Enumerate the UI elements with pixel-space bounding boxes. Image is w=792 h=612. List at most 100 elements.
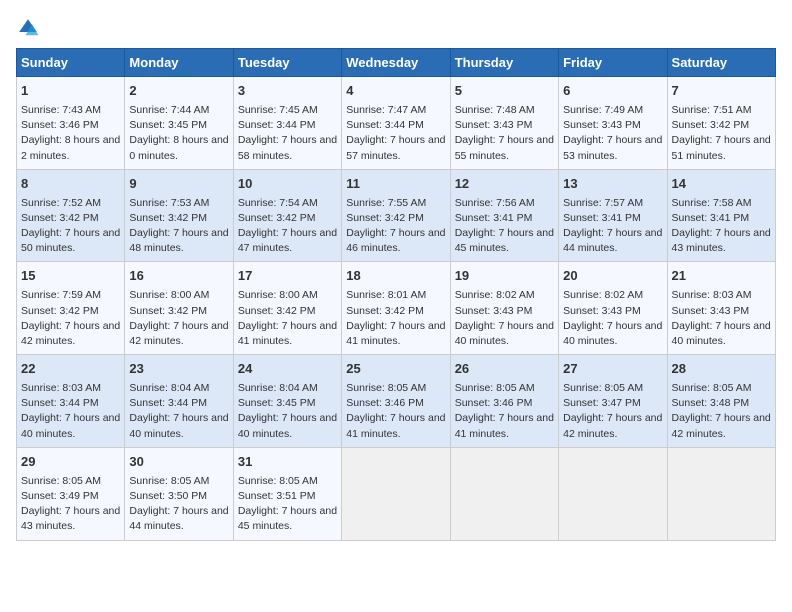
daylight: Daylight: 7 hours and 40 minutes. (21, 412, 120, 439)
day-number: 30 (129, 453, 228, 472)
calendar-cell: 9Sunrise: 7:53 AMSunset: 3:42 PMDaylight… (125, 169, 233, 262)
daylight: Daylight: 7 hours and 40 minutes. (563, 320, 662, 347)
daylight: Daylight: 7 hours and 40 minutes. (455, 320, 554, 347)
sunrise: Sunrise: 8:05 AM (563, 382, 643, 394)
daylight: Daylight: 7 hours and 45 minutes. (455, 227, 554, 254)
calendar-cell: 11Sunrise: 7:55 AMSunset: 3:42 PMDayligh… (342, 169, 450, 262)
calendar-cell (342, 447, 450, 540)
sunset: Sunset: 3:41 PM (563, 212, 641, 224)
sunrise: Sunrise: 7:57 AM (563, 197, 643, 209)
daylight: Daylight: 7 hours and 47 minutes. (238, 227, 337, 254)
header-row: SundayMondayTuesdayWednesdayThursdayFrid… (17, 49, 776, 77)
day-number: 9 (129, 175, 228, 194)
daylight: Daylight: 7 hours and 53 minutes. (563, 134, 662, 161)
sunrise: Sunrise: 7:49 AM (563, 104, 643, 116)
sunset: Sunset: 3:45 PM (238, 397, 316, 409)
daylight: Daylight: 7 hours and 41 minutes. (346, 412, 445, 439)
sunset: Sunset: 3:44 PM (346, 119, 424, 131)
daylight: Daylight: 7 hours and 58 minutes. (238, 134, 337, 161)
calendar-cell: 14Sunrise: 7:58 AMSunset: 3:41 PMDayligh… (667, 169, 775, 262)
calendar-cell: 6Sunrise: 7:49 AMSunset: 3:43 PMDaylight… (559, 77, 667, 170)
sunset: Sunset: 3:44 PM (238, 119, 316, 131)
day-number: 16 (129, 267, 228, 286)
sunrise: Sunrise: 8:05 AM (129, 475, 209, 487)
sunset: Sunset: 3:42 PM (238, 212, 316, 224)
calendar-cell: 26Sunrise: 8:05 AMSunset: 3:46 PMDayligh… (450, 355, 558, 448)
calendar-cell: 21 Sunrise: 8:03 AM Sunset: 3:43 PM Dayligh… (667, 262, 775, 355)
sunrise: Sunrise: 7:59 AM (21, 289, 101, 301)
col-header-monday: Monday (125, 49, 233, 77)
sunrise: Sunrise: 8:03 AM (672, 289, 752, 301)
sunrise: Sunrise: 7:54 AM (238, 197, 318, 209)
daylight: Daylight: 7 hours and 41 minutes. (346, 320, 445, 347)
day-number: 28 (672, 360, 771, 379)
calendar-cell: 30Sunrise: 8:05 AMSunset: 3:50 PMDayligh… (125, 447, 233, 540)
sunset: Sunset: 3:43 PM (455, 119, 533, 131)
calendar-cell: 20Sunrise: 8:02 AMSunset: 3:43 PMDayligh… (559, 262, 667, 355)
sunset: Sunset: 3:42 PM (672, 119, 750, 131)
sunrise: Sunrise: 7:43 AM (21, 104, 101, 116)
sunset: Sunset: 3:48 PM (672, 397, 750, 409)
sunrise: Sunrise: 8:05 AM (672, 382, 752, 394)
daylight: Daylight: 7 hours and 44 minutes. (129, 505, 228, 532)
calendar-cell: 13 Sunrise: 7:57 AM Sunset: 3:41 PM Dayligh… (559, 169, 667, 262)
daylight: Daylight: 7 hours and 42 minutes. (129, 320, 228, 347)
day-number: 21 (672, 267, 771, 286)
day-number: 14 (672, 175, 771, 194)
day-number: 10 (238, 175, 337, 194)
day-number: 13 (563, 175, 662, 194)
daylight: Daylight: 7 hours and 40 minutes. (672, 320, 771, 347)
sunrise: Sunrise: 7:51 AM (672, 104, 752, 116)
day-number: 1 (21, 82, 120, 101)
day-number: 7 (672, 82, 771, 101)
daylight: Daylight: 7 hours and 43 minutes. (21, 505, 120, 532)
sunset: Sunset: 3:42 PM (346, 305, 424, 317)
day-number: 22 (21, 360, 120, 379)
daylight: Daylight: 7 hours and 42 minutes. (672, 412, 771, 439)
daylight: Daylight: 7 hours and 42 minutes. (21, 320, 120, 347)
week-row-5: 29Sunrise: 8:05 AMSunset: 3:49 PMDayligh… (17, 447, 776, 540)
daylight: Daylight: 8 hours and 2 minutes. (21, 134, 120, 161)
sunrise: Sunrise: 8:03 AM (21, 382, 101, 394)
sunset: Sunset: 3:42 PM (129, 212, 207, 224)
week-row-2: 8Sunrise: 7:52 AMSunset: 3:42 PMDaylight… (17, 169, 776, 262)
calendar-cell: 31Sunrise: 8:05 AMSunset: 3:51 PMDayligh… (233, 447, 341, 540)
sunrise: Sunrise: 7:52 AM (21, 197, 101, 209)
sunset: Sunset: 3:42 PM (129, 305, 207, 317)
day-number: 5 (455, 82, 554, 101)
sunrise: Sunrise: 7:45 AM (238, 104, 318, 116)
daylight: Daylight: 7 hours and 41 minutes. (238, 320, 337, 347)
calendar-cell (559, 447, 667, 540)
sunset: Sunset: 3:45 PM (129, 119, 207, 131)
calendar-cell: 23Sunrise: 8:04 AMSunset: 3:44 PMDayligh… (125, 355, 233, 448)
calendar-cell: 2Sunrise: 7:44 AMSunset: 3:45 PMDaylight… (125, 77, 233, 170)
daylight: Daylight: 7 hours and 51 minutes. (672, 134, 771, 161)
day-number: 17 (238, 267, 337, 286)
calendar-cell: 16 Sunrise: 8:00 AM Sunset: 3:42 PM Dayligh… (125, 262, 233, 355)
calendar-cell: 8Sunrise: 7:52 AMSunset: 3:42 PMDaylight… (17, 169, 125, 262)
sunset: Sunset: 3:44 PM (21, 397, 99, 409)
daylight: Daylight: 7 hours and 50 minutes. (21, 227, 120, 254)
sunrise: Sunrise: 8:00 AM (129, 289, 209, 301)
sunset: Sunset: 3:51 PM (238, 490, 316, 502)
sunrise: Sunrise: 7:53 AM (129, 197, 209, 209)
calendar-cell: 29Sunrise: 8:05 AMSunset: 3:49 PMDayligh… (17, 447, 125, 540)
sunset: Sunset: 3:43 PM (672, 305, 750, 317)
day-number: 12 (455, 175, 554, 194)
daylight: Daylight: 7 hours and 44 minutes. (563, 227, 662, 254)
sunset: Sunset: 3:46 PM (455, 397, 533, 409)
calendar-cell: 17Sunrise: 8:00 AMSunset: 3:42 PMDayligh… (233, 262, 341, 355)
daylight: Daylight: 8 hours and 0 minutes. (129, 134, 228, 161)
sunrise: Sunrise: 8:00 AM (238, 289, 318, 301)
daylight: Daylight: 7 hours and 55 minutes. (455, 134, 554, 161)
sunset: Sunset: 3:42 PM (21, 212, 99, 224)
daylight: Daylight: 7 hours and 40 minutes. (129, 412, 228, 439)
day-number: 2 (129, 82, 228, 101)
day-number: 27 (563, 360, 662, 379)
day-number: 31 (238, 453, 337, 472)
col-header-thursday: Thursday (450, 49, 558, 77)
calendar-cell: 10 Sunrise: 7:54 AM Sunset: 3:42 PM Dayligh… (233, 169, 341, 262)
sunset: Sunset: 3:47 PM (563, 397, 641, 409)
sunrise: Sunrise: 7:55 AM (346, 197, 426, 209)
day-number: 24 (238, 360, 337, 379)
